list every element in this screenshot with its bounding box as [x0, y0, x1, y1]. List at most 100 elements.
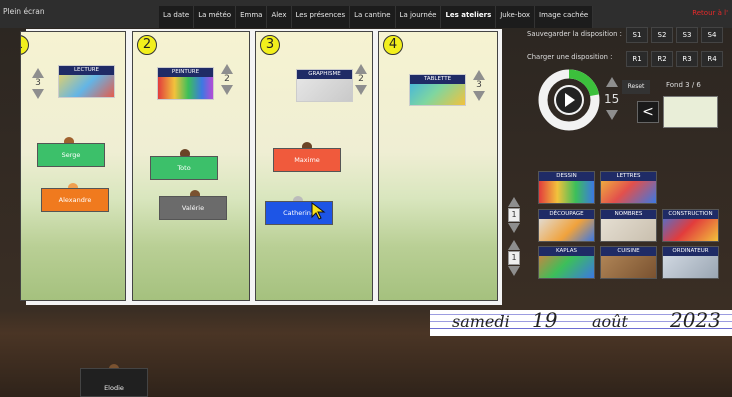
- workshop-panel-1: 1 3 LECTURE Serge Alexandre: [20, 31, 126, 301]
- workshop-tile-cooking[interactable]: CUISINE: [600, 246, 657, 279]
- count-value: 3: [35, 78, 41, 88]
- date-strip: samedi 19 août 2023: [430, 308, 732, 336]
- previous-background-button[interactable]: <: [637, 101, 659, 123]
- count-value: 2: [358, 74, 364, 84]
- activity-label: TABLETTE: [410, 75, 465, 84]
- menu-item-hidden-image[interactable]: Image cachée: [535, 6, 594, 28]
- workshop-panel-3: 3 GRAPHISME 2 Maxime Catherine: [255, 31, 373, 301]
- row-count: 1: [508, 251, 520, 265]
- date-month: août: [592, 312, 628, 331]
- activity-image-tablet[interactable]: TABLETTE: [409, 74, 466, 106]
- reset-button[interactable]: Reset: [622, 80, 650, 94]
- workshop-panel-2: 2 PEINTURE 2 Toto Valérie: [132, 31, 250, 301]
- increase-arrow-icon[interactable]: [508, 197, 520, 207]
- count-stepper[interactable]: 2: [220, 64, 234, 95]
- count-stepper[interactable]: 3: [31, 68, 45, 99]
- workshop-tile-computer[interactable]: ORDINATEUR: [662, 246, 719, 279]
- student-card[interactable]: Toto: [150, 156, 218, 180]
- increase-arrow-icon[interactable]: [508, 240, 520, 250]
- top-bar: Plein écran La date La météo Emma Alex L…: [0, 0, 732, 28]
- increase-arrow-icon[interactable]: [221, 64, 233, 74]
- decrease-arrow-icon[interactable]: [606, 110, 618, 120]
- student-card[interactable]: Elodie: [80, 368, 148, 397]
- load-layout-label: Charger une disposition :: [527, 53, 613, 61]
- workshop-tile-construction[interactable]: CONSTRUCTION: [662, 209, 719, 242]
- timer-down-button[interactable]: [605, 110, 619, 120]
- mouse-cursor-icon: [311, 202, 326, 220]
- timer-up-button[interactable]: [605, 77, 619, 87]
- load-slot-2[interactable]: R2: [651, 51, 673, 67]
- activity-label: LECTURE: [59, 66, 114, 75]
- activity-label: GRAPHISME: [297, 70, 352, 79]
- decrease-arrow-icon[interactable]: [32, 89, 44, 99]
- menu-item-canteen[interactable]: La cantine: [350, 6, 396, 28]
- workshop-tile-kaplas[interactable]: KAPLAS: [538, 246, 595, 279]
- tile-label: ORDINATEUR: [663, 247, 718, 256]
- tile-label: LETTRES: [601, 172, 656, 181]
- activity-image-painting[interactable]: PEINTURE: [157, 67, 214, 100]
- row-stepper-1[interactable]: 1: [507, 197, 521, 233]
- menu-item-day[interactable]: La journée: [396, 6, 442, 28]
- workshop-tile-drawing[interactable]: DESSIN: [538, 171, 595, 204]
- workshop-panel-4: 4 TABLETTE 3: [378, 31, 498, 301]
- row-stepper-2[interactable]: 1: [507, 240, 521, 276]
- date-year: 2023: [670, 308, 721, 332]
- background-thumbnail[interactable]: [663, 96, 718, 128]
- menu-item-emma[interactable]: Emma: [236, 6, 268, 28]
- save-slot-4[interactable]: S4: [701, 27, 723, 43]
- date-day: 19: [532, 308, 558, 332]
- count-stepper[interactable]: 2: [354, 64, 368, 95]
- student-card[interactable]: Valérie: [159, 196, 227, 220]
- date-weekday: samedi: [452, 312, 510, 331]
- activity-image-reading[interactable]: LECTURE: [58, 65, 115, 98]
- save-layout-label: Sauvegarder la disposition :: [527, 30, 622, 38]
- decrease-arrow-icon[interactable]: [473, 91, 485, 101]
- decrease-arrow-icon[interactable]: [355, 85, 367, 95]
- decrease-arrow-icon[interactable]: [221, 85, 233, 95]
- activity-image-graphism[interactable]: GRAPHISME: [296, 69, 353, 102]
- menu-item-alex[interactable]: Alex: [267, 6, 292, 28]
- count-value: 2: [224, 74, 230, 84]
- back-button[interactable]: Retour à l': [692, 9, 728, 17]
- menu-item-workshops[interactable]: Les ateliers: [441, 6, 497, 28]
- increase-arrow-icon[interactable]: [473, 70, 485, 80]
- workshop-tile-letters[interactable]: LETTRES: [600, 171, 657, 204]
- menu-item-weather[interactable]: La météo: [194, 6, 237, 28]
- menu-item-date[interactable]: La date: [159, 6, 195, 28]
- background-counter: Fond 3 / 6: [666, 81, 701, 89]
- save-slot-3[interactable]: S3: [676, 27, 698, 43]
- student-card[interactable]: Maxime: [273, 148, 341, 172]
- decrease-arrow-icon[interactable]: [508, 266, 520, 276]
- increase-arrow-icon[interactable]: [606, 77, 618, 87]
- panel-number-badge: 4: [383, 35, 403, 55]
- menu-item-attendance[interactable]: Les présences: [292, 6, 351, 28]
- menu-item-jukebox[interactable]: Juke-box: [496, 6, 536, 28]
- save-slot-1[interactable]: S1: [626, 27, 648, 43]
- workshop-tile-numbers[interactable]: NOMBRES: [600, 209, 657, 242]
- panel-number-badge: 3: [260, 35, 280, 55]
- increase-arrow-icon[interactable]: [355, 64, 367, 74]
- activity-label: PEINTURE: [158, 68, 213, 77]
- tile-label: KAPLAS: [539, 247, 594, 256]
- tile-label: CUISINE: [601, 247, 656, 256]
- timer-value: 15: [604, 92, 620, 106]
- timer-ring[interactable]: [538, 69, 600, 131]
- load-slot-1[interactable]: R1: [626, 51, 648, 67]
- workshop-tile-cutting[interactable]: DÉCOUPAGE: [538, 209, 595, 242]
- load-slot-4[interactable]: R4: [701, 51, 723, 67]
- student-card[interactable]: Alexandre: [41, 188, 109, 212]
- increase-arrow-icon[interactable]: [32, 68, 44, 78]
- count-stepper[interactable]: 3: [472, 70, 486, 101]
- load-slot-3[interactable]: R3: [676, 51, 698, 67]
- tile-label: NOMBRES: [601, 210, 656, 219]
- decrease-arrow-icon[interactable]: [508, 223, 520, 233]
- save-slot-2[interactable]: S2: [651, 27, 673, 43]
- panel-number-badge: 1: [21, 35, 29, 55]
- panel-number-badge: 2: [137, 35, 157, 55]
- fullscreen-button[interactable]: Plein écran: [3, 7, 45, 16]
- student-card[interactable]: Serge: [37, 143, 105, 167]
- workshop-board: 1 3 LECTURE Serge Alexandre 2 PEINTURE 2…: [20, 29, 502, 305]
- tile-label: CONSTRUCTION: [663, 210, 718, 219]
- main-menu: La date La météo Emma Alex Les présences…: [159, 6, 594, 28]
- count-value: 3: [476, 80, 482, 90]
